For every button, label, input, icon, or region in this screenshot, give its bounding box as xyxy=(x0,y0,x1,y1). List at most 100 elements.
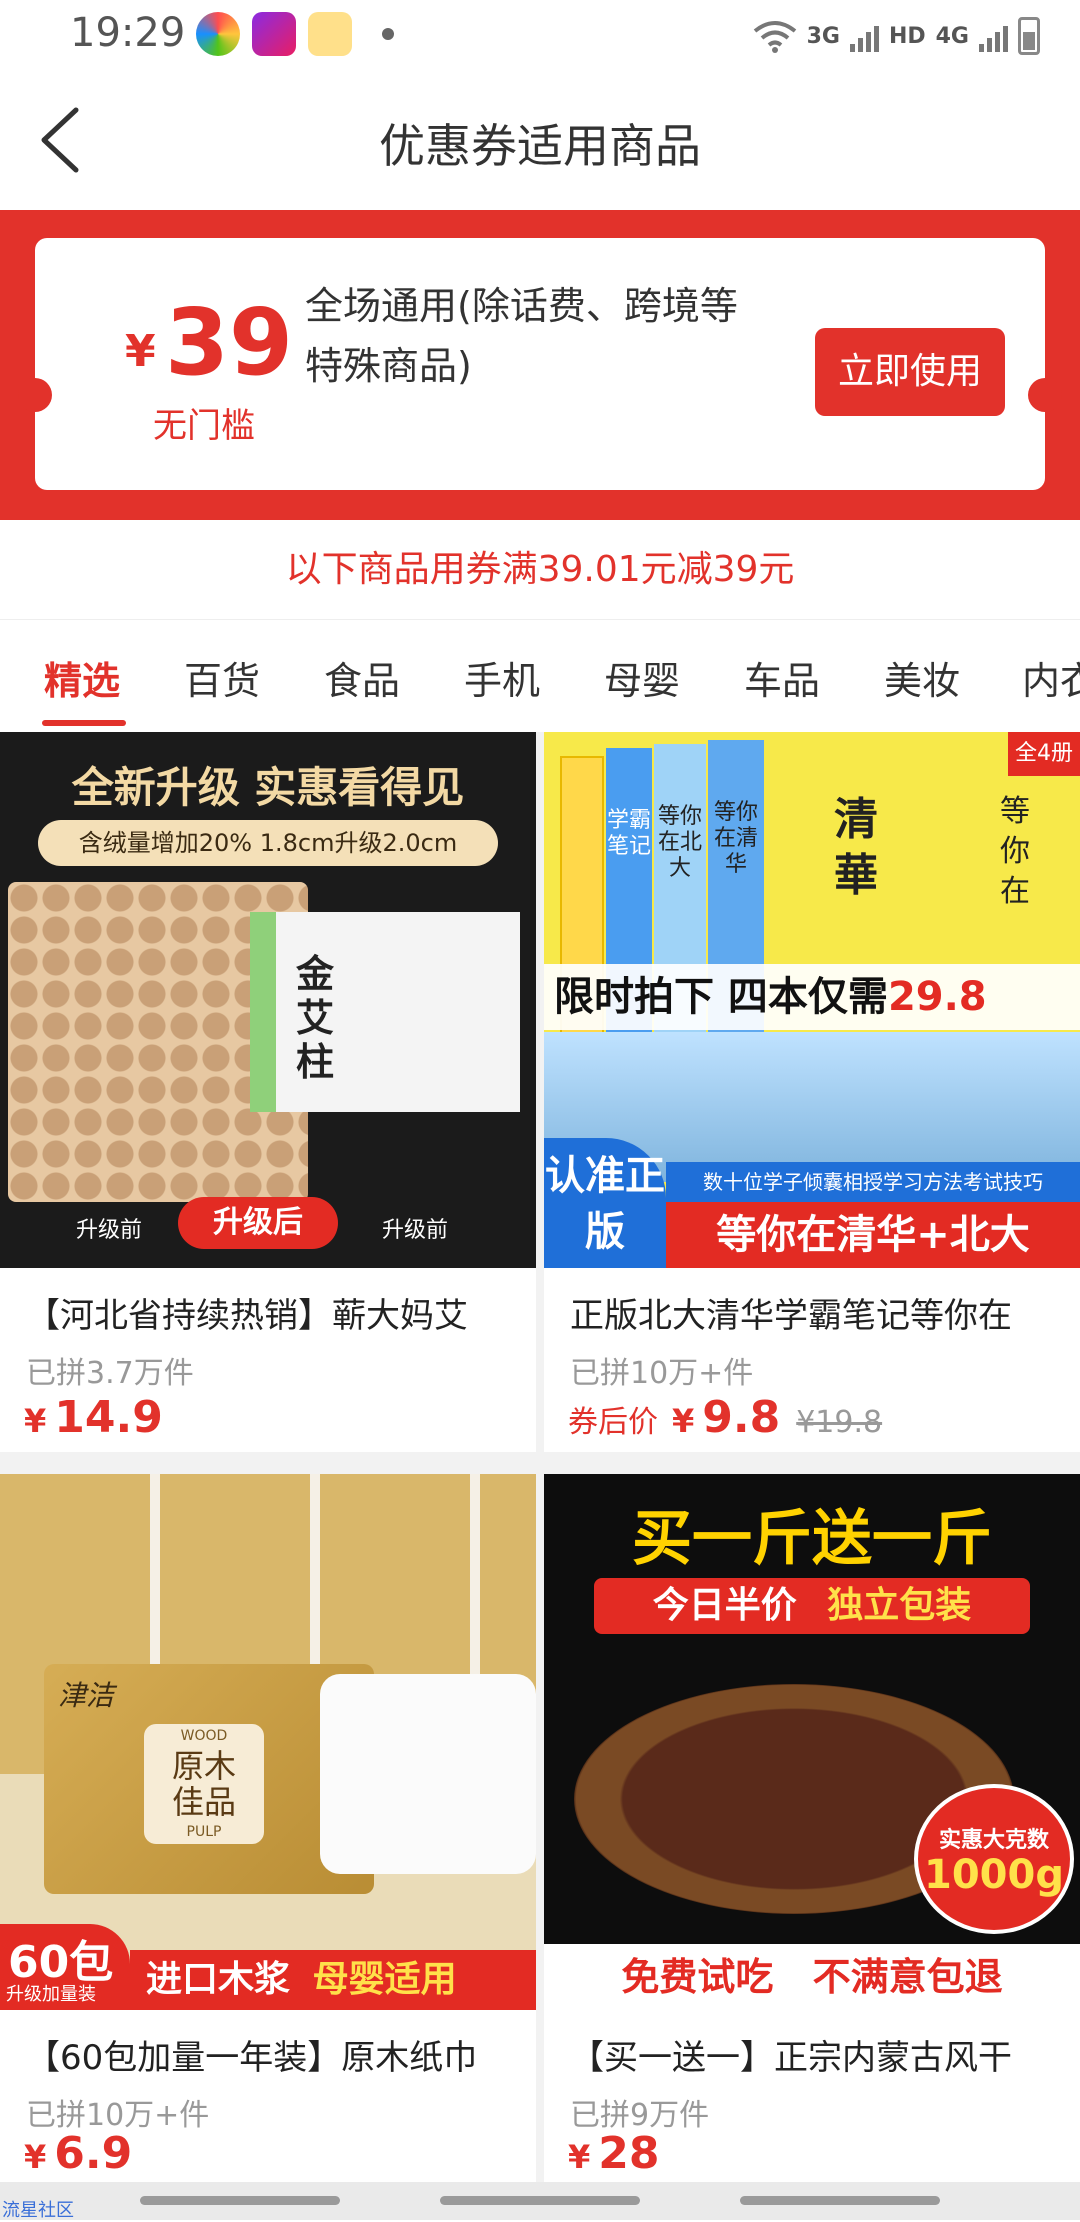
tab-phones[interactable]: 手机 xyxy=(464,650,540,705)
system-nav-bar: 流星社区 xyxy=(0,2182,1080,2221)
weight-badge-value: 1000g xyxy=(924,1852,1064,1898)
tab-beauty[interactable]: 美妆 xyxy=(884,650,960,705)
wifi-icon xyxy=(753,21,796,53)
price-currency: ¥ xyxy=(24,1402,47,1440)
colorful-app-icon xyxy=(196,12,240,56)
coupon-panel: ¥ 39 无门槛 全场通用(除话费、跨境等特殊商品) 立即使用 xyxy=(0,210,1080,520)
watermark-text: 流星社区 xyxy=(2,2200,74,2221)
count-sub: 升级加量装 xyxy=(6,1984,96,2005)
product-price: 6.9 xyxy=(54,2128,133,2179)
pack-brand: 津洁 xyxy=(58,1679,115,1712)
promo-banner-price: 29.8 xyxy=(887,974,987,1020)
product-image: 津洁 WOOD 原木佳品 PULP 60包 升级加量装 进口木浆 母婴适用 xyxy=(0,1474,536,2010)
jerky-sub-b: 独立包装 xyxy=(827,1585,972,1626)
product-card[interactable]: 买一斤送一斤 今日半价 独立包装 实惠大克数 1000g 免费试吃 不满意包退 … xyxy=(544,1474,1080,2182)
network-4g-label: 4G xyxy=(935,23,969,49)
product-price-row: 券后价 ¥9.8 ¥19.8 xyxy=(568,1392,882,1452)
signal-3g-icon xyxy=(849,20,879,52)
pack-wood-label: WOOD xyxy=(180,1728,228,1744)
coupon-value: 39 xyxy=(165,289,294,396)
product-sold-count: 已拼3.7万件 xyxy=(26,1356,194,1391)
status-time: 19:29 xyxy=(70,10,186,56)
product-image: 全新升级 实惠看得见 含绒量增加20% 1.8cm升级2.0cm 金艾柱 升级前… xyxy=(0,732,536,1268)
nav-home-gesture[interactable] xyxy=(440,2196,640,2205)
jerky-sub-a: 今日半价 xyxy=(652,1585,797,1626)
count-badge: 60包 升级加量装 xyxy=(0,1924,130,2010)
status-bar: 19:29 3G HD 4G xyxy=(0,0,1080,72)
product-image: 学霸笔记 等你在北大 等你在清华 清華 等你在 全4册 限时拍下 四本仅需29.… xyxy=(544,732,1080,1268)
image-headline: 全新升级 实惠看得见 xyxy=(71,763,465,812)
category-tabs: 精选 百货 食品 手机 母婴 车品 美妆 内衣 xyxy=(0,620,1080,732)
book-cover-side: 等你在 xyxy=(1000,794,1030,909)
weight-badge-top: 实惠大克数 xyxy=(938,1828,1049,1853)
product-price-row: ¥28 xyxy=(568,2128,660,2182)
before-label-right: 升级前 xyxy=(382,1218,449,1243)
status-indicators: 3G HD 4G xyxy=(753,12,1040,60)
authentic-badge: 认准正版 xyxy=(544,1138,666,1268)
product-card[interactable]: 津洁 WOOD 原木佳品 PULP 60包 升级加量装 进口木浆 母婴适用 【6… xyxy=(0,1474,536,2182)
product-price: 28 xyxy=(598,2128,660,2179)
tissue-banner: 进口木浆 母婴适用 xyxy=(130,1950,536,2010)
pack-pulp-label: PULP xyxy=(186,1824,222,1840)
box-label: 金艾柱 xyxy=(296,952,335,1084)
tab-featured[interactable]: 精选 xyxy=(44,650,120,705)
tissue-sheets xyxy=(320,1674,536,1874)
bottom-banner: 等你在清华+北大 xyxy=(666,1202,1080,1268)
network-3g-label: 3G xyxy=(806,23,840,49)
hd-label: HD xyxy=(888,23,926,49)
notification-dot-icon xyxy=(382,28,394,40)
product-title: 正版北大清华学霸笔记等你在 xyxy=(570,1296,1012,1336)
product-card[interactable]: 学霸笔记 等你在北大 等你在清华 清華 等你在 全4册 限时拍下 四本仅需29.… xyxy=(544,732,1080,1452)
page-title: 优惠券适用商品 xyxy=(379,119,701,173)
tab-general-goods[interactable]: 百货 xyxy=(184,650,260,705)
nav-back-gesture[interactable] xyxy=(140,2196,340,2205)
product-card[interactable]: 全新升级 实惠看得见 含绒量增加20% 1.8cm升级2.0cm 金艾柱 升级前… xyxy=(0,732,536,1452)
jerky-subline: 今日半价 独立包装 xyxy=(594,1578,1030,1634)
coupon-currency: ¥ xyxy=(125,326,156,377)
use-coupon-button[interactable]: 立即使用 xyxy=(815,328,1005,416)
product-title: 【河北省持续热销】蕲大妈艾 xyxy=(26,1296,468,1336)
tab-maternity[interactable]: 母婴 xyxy=(604,650,680,705)
nav-recents-gesture[interactable] xyxy=(740,2196,940,2205)
book-cover-big: 清華 xyxy=(834,794,878,901)
product-grid: 全新升级 实惠看得见 含绒量增加20% 1.8cm升级2.0cm 金艾柱 升级前… xyxy=(0,732,1080,2182)
price-currency: ¥ xyxy=(568,2138,591,2176)
coupon-rule-note: 以下商品用券满39.01元减39元 xyxy=(0,520,1080,620)
coupon-description: 全场通用(除话费、跨境等特殊商品) xyxy=(305,284,738,388)
jerky-bottom-a: 免费试吃 xyxy=(621,1955,774,1999)
image-pill: 含绒量增加20% 1.8cm升级2.0cm xyxy=(38,820,498,866)
signal-4g-icon xyxy=(979,20,1008,52)
product-price: 14.9 xyxy=(54,1392,163,1443)
reader-app-icon xyxy=(308,12,352,56)
subline-bar: 数十位学子倾囊相授学习方法考试技巧 xyxy=(666,1162,1080,1202)
product-image: 买一斤送一斤 今日半价 独立包装 实惠大克数 1000g 免费试吃 不满意包退 xyxy=(544,1474,1080,2010)
battery-icon xyxy=(1018,17,1040,55)
price-currency: ¥ xyxy=(672,1402,695,1440)
product-title: 【买一送一】正宗内蒙古风干 xyxy=(570,2038,1012,2078)
price-currency: ¥ xyxy=(24,2138,47,2176)
tab-underwear[interactable]: 内衣 xyxy=(1022,650,1080,705)
product-sold-count: 已拼10万+件 xyxy=(570,1356,754,1391)
promo-banner-text: 限时拍下 四本仅需 xyxy=(554,974,888,1020)
coupon-threshold: 无门槛 xyxy=(153,406,255,446)
product-price-row: ¥6.9 xyxy=(24,2128,132,2182)
jerky-bottom-banner: 免费试吃 不满意包退 xyxy=(544,1944,1080,2010)
weight-badge: 实惠大克数 1000g xyxy=(914,1784,1074,1934)
tissue-banner-a: 进口木浆 xyxy=(146,1959,291,2000)
original-price: ¥19.8 xyxy=(796,1405,883,1440)
promo-banner: 限时拍下 四本仅需29.8 xyxy=(544,964,1080,1030)
active-tab-indicator xyxy=(42,720,126,726)
jerky-headline: 买一斤送一斤 xyxy=(632,1504,992,1574)
product-price: 9.8 xyxy=(702,1392,781,1443)
product-box: 金艾柱 xyxy=(250,912,520,1112)
before-label-left: 升级前 xyxy=(76,1218,143,1243)
pack-label: 原木佳品 xyxy=(171,1747,236,1821)
price-label: 券后价 xyxy=(568,1405,658,1440)
video-app-icon xyxy=(252,12,296,56)
app-header: 优惠券适用商品 xyxy=(0,72,1080,210)
product-price-row: ¥14.9 xyxy=(24,1392,163,1452)
coupon-card: ¥ 39 无门槛 全场通用(除话费、跨境等特殊商品) 立即使用 xyxy=(18,238,1062,490)
coupon-notch-right xyxy=(1028,378,1062,412)
tab-food[interactable]: 食品 xyxy=(324,650,400,705)
tab-car[interactable]: 车品 xyxy=(744,650,820,705)
